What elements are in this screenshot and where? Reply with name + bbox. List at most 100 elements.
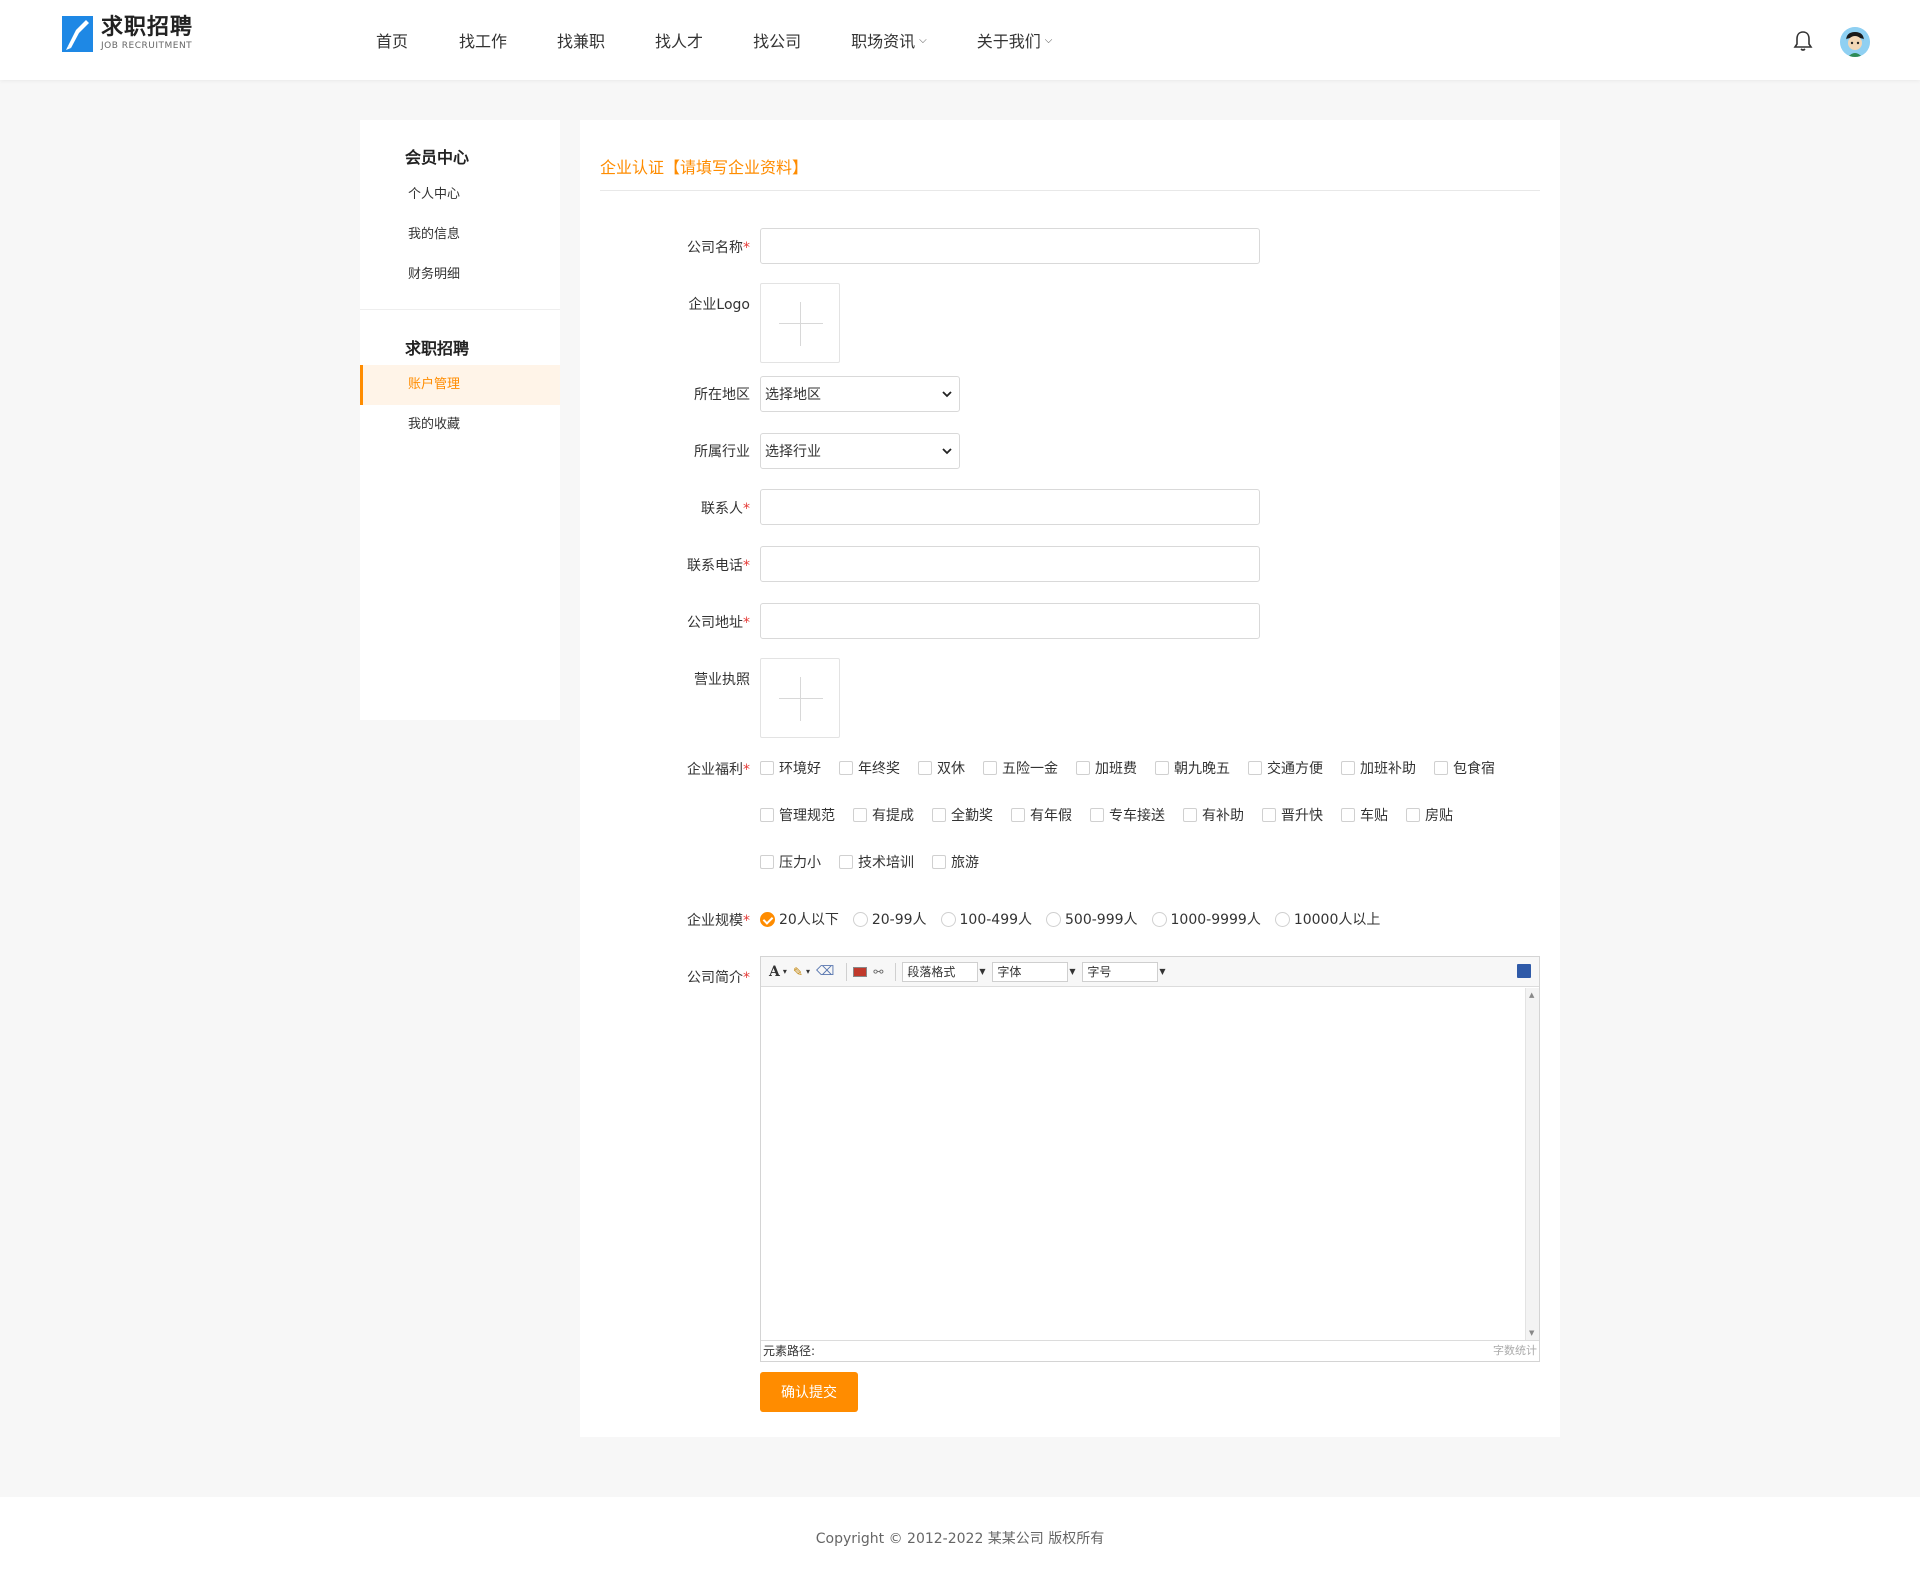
welfare-checkbox[interactable]: 有提成 (853, 805, 914, 825)
sidebar-item-account[interactable]: 账户管理 (360, 365, 560, 405)
chevron-down-icon: ⌵ (919, 34, 927, 46)
welfare-checkbox[interactable]: 房贴 (1406, 805, 1453, 825)
toolbar-separator (846, 962, 848, 981)
label-text: 公司简介 (687, 970, 743, 986)
company-name-label: 公司名称* (687, 240, 750, 256)
user-avatar[interactable] (1840, 27, 1870, 57)
fullscreen-icon[interactable] (1517, 964, 1531, 978)
highlight-icon[interactable]: ✎ ▾ (793, 965, 810, 979)
brand-logo[interactable]: 求职招聘 JOB RECRUITMENT (62, 16, 193, 52)
nav-find-company[interactable]: 找公司 (753, 28, 801, 52)
checkbox-label: 五险一金 (1002, 761, 1058, 777)
contact-input[interactable] (760, 489, 1260, 525)
chevron-down-icon (942, 448, 952, 455)
editor-toolbar: A ▾ ✎ ▾ ⌫ ⚯ 段落格式 ▼ 字体 ▼ 字号 ▼ (761, 957, 1539, 987)
scale-radio[interactable]: 500-999人 (1046, 909, 1138, 929)
welfare-checkbox[interactable]: 有年假 (1011, 805, 1072, 825)
welfare-checkbox[interactable]: 加班补助 (1341, 758, 1416, 778)
editor-content-area[interactable] (761, 988, 1539, 1340)
nav-about-us[interactable]: 关于我们 ⌵ (977, 28, 1053, 52)
welfare-checkbox[interactable]: 五险一金 (983, 758, 1058, 778)
font-size-select[interactable]: 字号 ▼ (1082, 961, 1166, 982)
logo-upload[interactable] (760, 283, 840, 363)
eraser-icon[interactable]: ⌫ (816, 964, 834, 979)
notification-bell-icon[interactable] (1793, 30, 1813, 52)
checkbox-label: 旅游 (951, 855, 979, 871)
license-upload[interactable] (760, 658, 840, 738)
sidebar-item-personal-center[interactable]: 个人中心 (360, 175, 560, 215)
sidebar-item-favorites[interactable]: 我的收藏 (360, 405, 560, 445)
label-text: 联系电话 (687, 558, 743, 574)
submit-button[interactable]: 确认提交 (760, 1372, 858, 1412)
nav-home[interactable]: 首页 (376, 28, 408, 52)
welfare-checkbox[interactable]: 晋升快 (1262, 805, 1323, 825)
main-nav: 首页 找工作 找兼职 找人才 找公司 职场资讯 ⌵ 关于我们 ⌵ (376, 0, 1052, 80)
welfare-checkbox[interactable]: 旅游 (932, 852, 979, 872)
checkbox-label: 房贴 (1425, 808, 1453, 824)
industry-select[interactable]: 选择行业 (760, 433, 960, 469)
checkbox-label: 包食宿 (1453, 761, 1495, 777)
word-count-label[interactable]: 字数统计 (1493, 1341, 1537, 1361)
chevron-down-icon (942, 391, 952, 398)
editor-scrollbar[interactable]: ▲ ▼ (1525, 988, 1539, 1340)
welfare-row-3: 压力小 技术培训 旅游 (760, 852, 979, 872)
welfare-checkbox[interactable]: 管理规范 (760, 805, 835, 825)
editor-statusbar: 元素路径: 字数统计 (761, 1340, 1539, 1361)
welfare-checkbox[interactable]: 车贴 (1341, 805, 1388, 825)
welfare-checkbox[interactable]: 双休 (918, 758, 965, 778)
sidebar-item-finance[interactable]: 财务明细 (360, 255, 560, 295)
company-name-input[interactable] (760, 228, 1260, 264)
title-divider (600, 190, 1540, 191)
label-text: 企业福利 (687, 762, 743, 778)
welfare-checkbox[interactable]: 全勤奖 (932, 805, 993, 825)
brand-subtitle: JOB RECRUITMENT (101, 41, 193, 51)
scroll-down-icon[interactable]: ▼ (1529, 1329, 1534, 1337)
region-select[interactable]: 选择地区 (760, 376, 960, 412)
nav-find-talent[interactable]: 找人才 (655, 28, 703, 52)
welfare-checkbox[interactable]: 压力小 (760, 852, 821, 872)
phone-input[interactable] (760, 546, 1260, 582)
paragraph-format-select[interactable]: 段落格式 ▼ (902, 961, 986, 982)
checkbox-label: 有年假 (1030, 808, 1072, 824)
company-verify-panel: 企业认证【请填写企业资料】 公司名称* 企业Logo 所在地区 选择地区 所属行… (580, 120, 1560, 1437)
welfare-checkbox[interactable]: 年终奖 (839, 758, 900, 778)
contact-label: 联系人* (701, 501, 750, 517)
nav-find-job[interactable]: 找工作 (459, 28, 507, 52)
nav-part-time[interactable]: 找兼职 (557, 28, 605, 52)
image-icon[interactable] (853, 966, 868, 977)
element-path-label: 元素路径: (763, 1344, 816, 1358)
welfare-checkbox[interactable]: 有补助 (1183, 805, 1244, 825)
welfare-checkbox[interactable]: 交通方便 (1248, 758, 1323, 778)
radio-label: 1000-9999人 (1170, 912, 1261, 928)
radio-label: 100-499人 (959, 912, 1033, 928)
checkbox-label: 全勤奖 (951, 808, 993, 824)
nav-label: 职场资讯 (851, 32, 916, 51)
address-input[interactable] (760, 603, 1260, 639)
welfare-checkbox[interactable]: 技术培训 (839, 852, 914, 872)
copyright-text: Copyright © 2012-2022 某某公司 版权所有 (815, 1531, 1105, 1547)
checkbox-label: 管理规范 (779, 808, 835, 824)
font-family-select[interactable]: 字体 ▼ (992, 961, 1076, 982)
scale-label: 企业规模* (687, 913, 750, 929)
radio-label: 500-999人 (1065, 912, 1138, 928)
welfare-checkbox[interactable]: 环境好 (760, 758, 821, 778)
label-text: 企业规模 (687, 913, 743, 929)
checkbox-label: 有补助 (1202, 808, 1244, 824)
welfare-row-2: 管理规范 有提成 全勤奖 有年假 专车接送 有补助 晋升快 车贴 房贴 (760, 805, 1453, 825)
welfare-checkbox[interactable]: 朝九晚五 (1155, 758, 1230, 778)
nav-career-news[interactable]: 职场资讯 ⌵ (851, 28, 927, 52)
link-icon[interactable]: ⚯ (873, 965, 883, 979)
welfare-checkbox[interactable]: 专车接送 (1090, 805, 1165, 825)
scale-radio[interactable]: 100-499人 (940, 909, 1033, 929)
label-text: 公司地址 (687, 615, 743, 631)
dropdown-arrow-icon: ▼ (1069, 966, 1076, 976)
scale-radio[interactable]: 10000人以上 (1274, 909, 1380, 929)
scale-radio[interactable]: 20人以下 (760, 909, 839, 929)
scroll-up-icon[interactable]: ▲ (1529, 991, 1534, 999)
welfare-checkbox[interactable]: 加班费 (1076, 758, 1137, 778)
scale-radio[interactable]: 1000-9999人 (1151, 909, 1261, 929)
sidebar-item-my-info[interactable]: 我的信息 (360, 215, 560, 255)
scale-radio[interactable]: 20-99人 (852, 909, 927, 929)
welfare-checkbox[interactable]: 包食宿 (1434, 758, 1495, 778)
font-color-icon[interactable]: A ▾ (769, 964, 787, 980)
